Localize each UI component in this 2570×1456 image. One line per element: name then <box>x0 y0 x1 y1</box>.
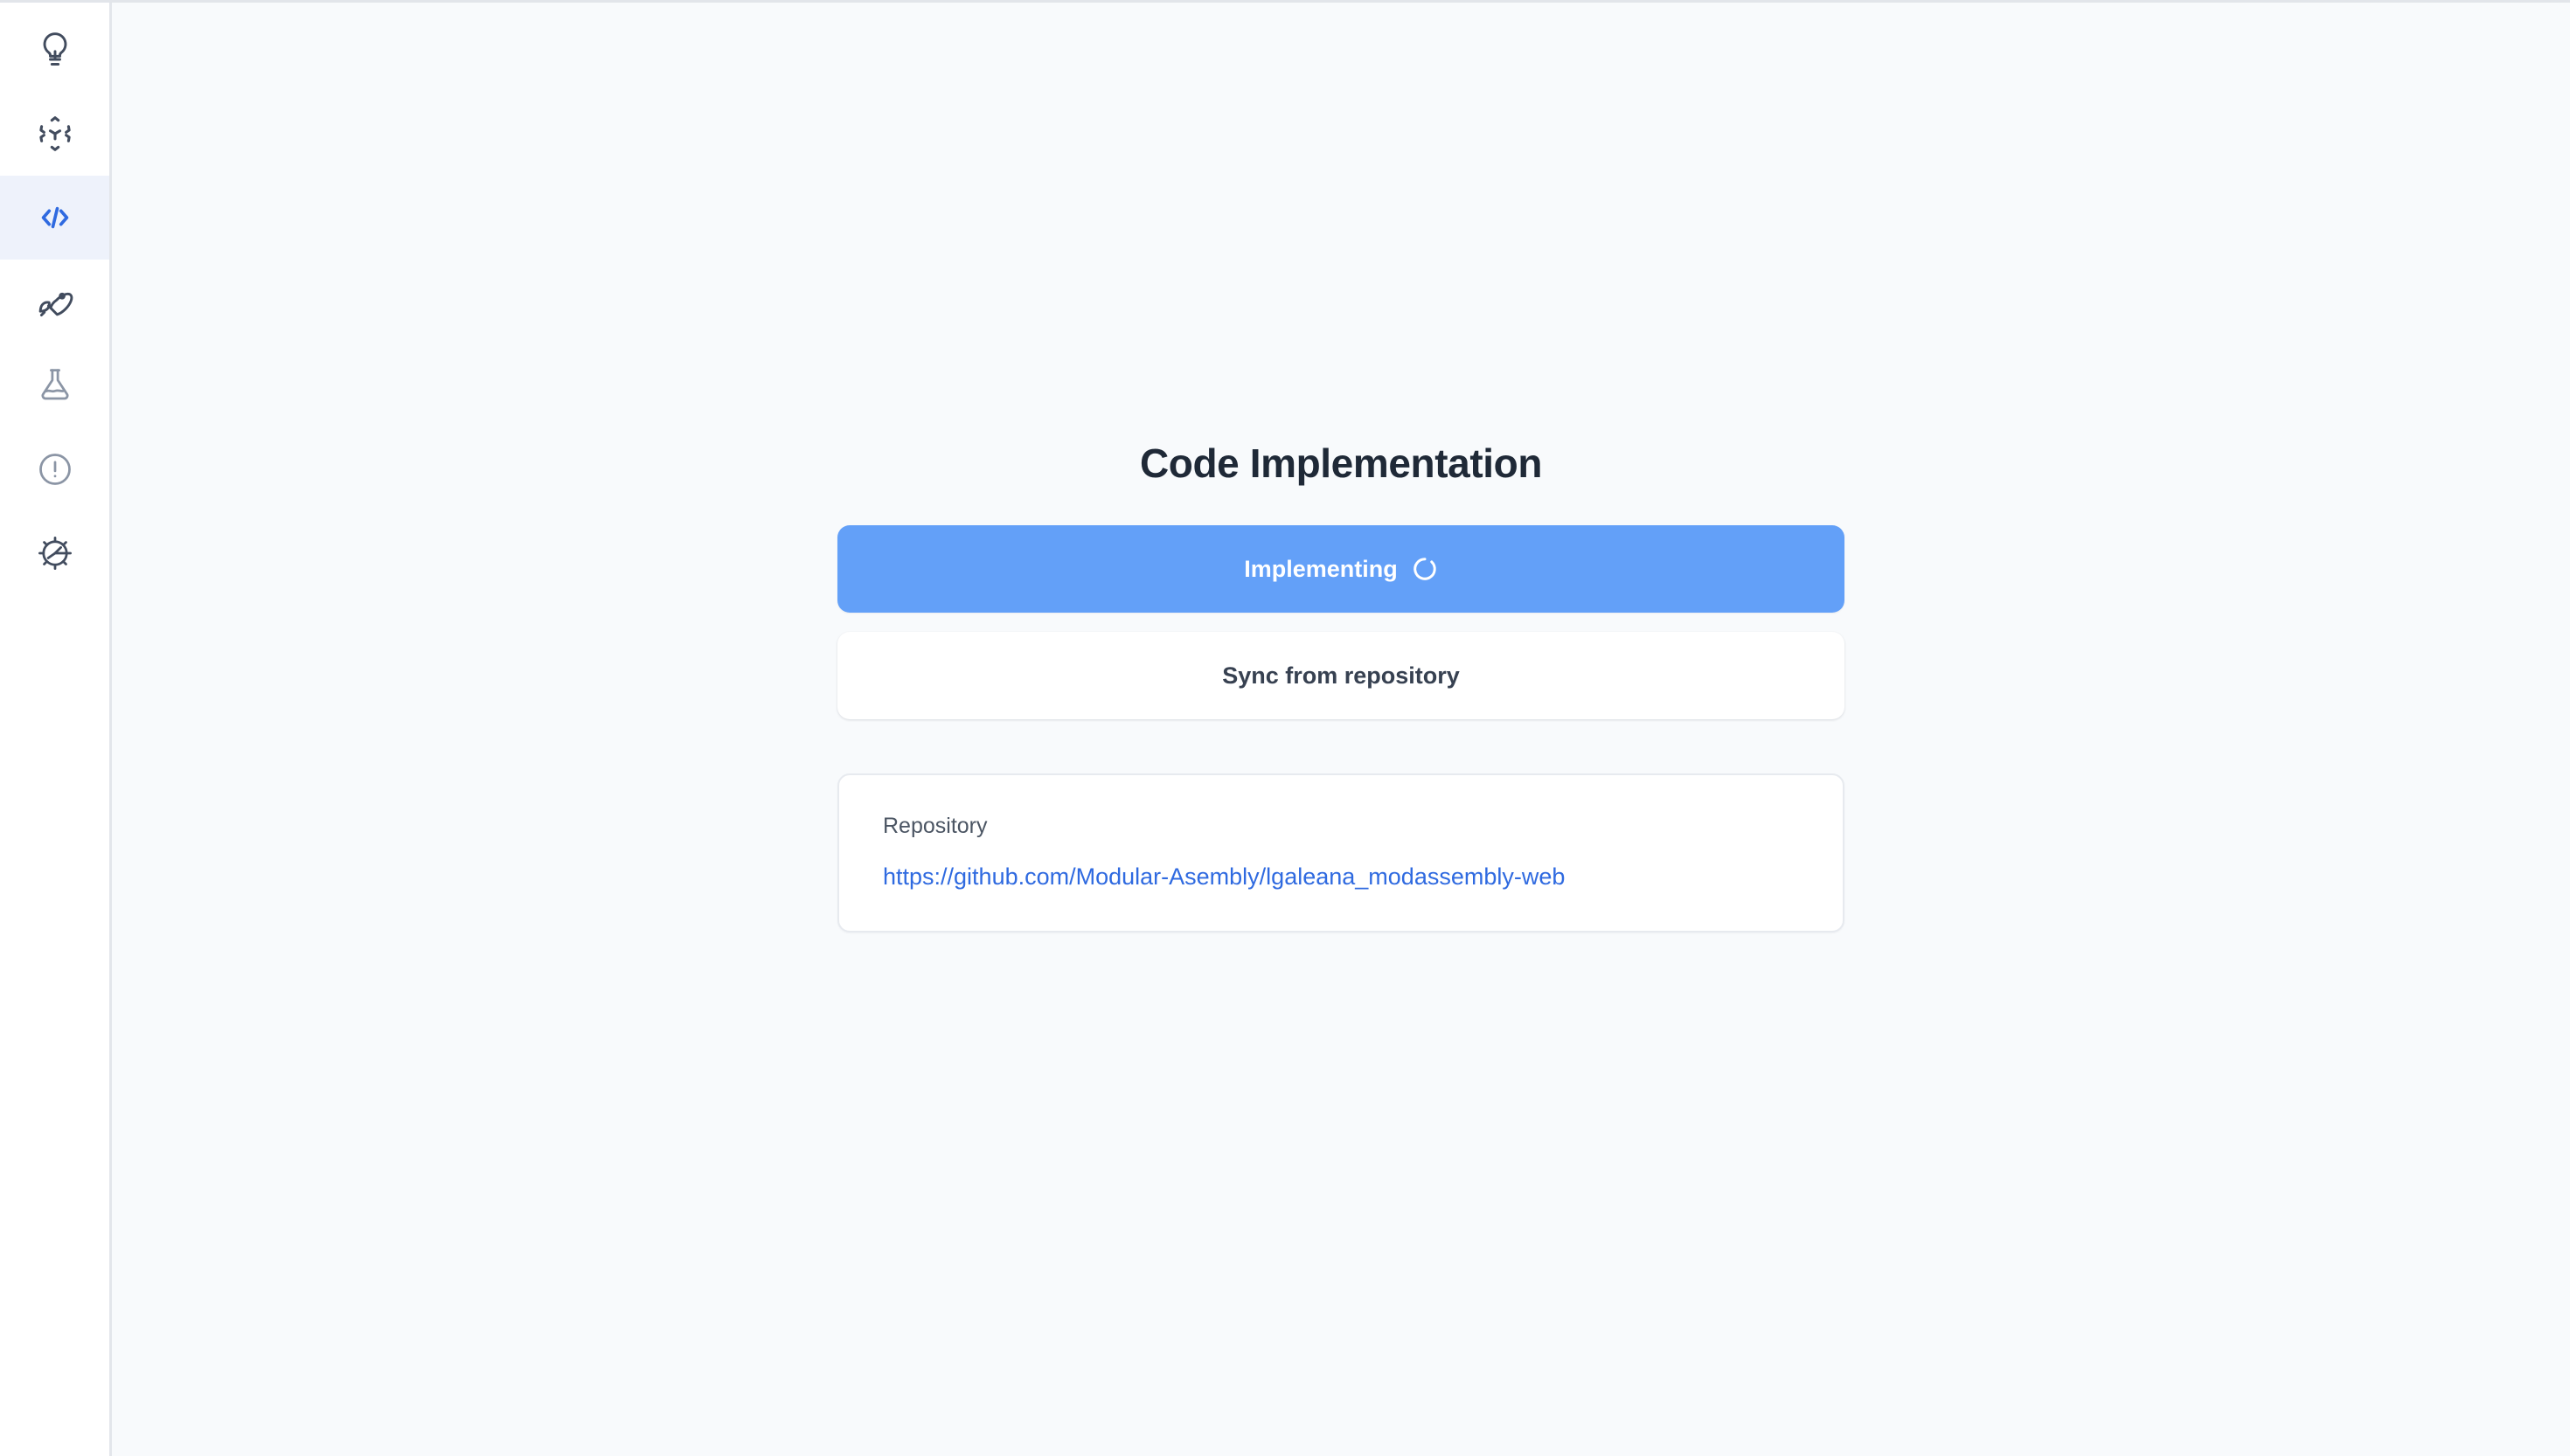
sidebar-item-deploy[interactable] <box>0 260 109 343</box>
sidebar-item-ideas[interactable] <box>0 8 109 92</box>
sync-from-repository-button[interactable]: Sync from repository <box>837 632 1844 719</box>
implementing-button-label: Implementing <box>1244 555 1398 582</box>
app-shell: Code Implementation Implementing Sync fr… <box>0 3 2570 1456</box>
content-column: Code Implementation Implementing Sync fr… <box>837 440 1844 933</box>
code-brackets-icon <box>35 198 75 238</box>
implementing-button[interactable]: Implementing <box>837 525 1844 613</box>
sidebar-item-settings[interactable] <box>0 511 109 595</box>
repository-card: Repository https://github.com/Modular-As… <box>837 773 1844 933</box>
repository-label: Repository <box>883 814 988 838</box>
gear-icon <box>36 534 74 572</box>
flask-icon <box>36 366 74 405</box>
cube-scan-icon <box>36 114 74 153</box>
sidebar-item-code-implementation[interactable] <box>0 176 109 260</box>
repository-url-link[interactable]: https://github.com/Modular-Asembly/lgale… <box>883 863 1565 891</box>
sidebar-item-experiments[interactable] <box>0 343 109 427</box>
rocket-icon <box>36 282 74 321</box>
sidebar-item-issues[interactable] <box>0 427 109 511</box>
alert-circle-icon <box>36 450 74 489</box>
lightbulb-icon <box>36 31 74 69</box>
sidebar-item-architecture[interactable] <box>0 92 109 176</box>
main-content: Code Implementation Implementing Sync fr… <box>112 3 2570 1456</box>
sidebar <box>0 3 112 1456</box>
spinner-icon <box>1412 556 1438 582</box>
sync-from-repository-button-label: Sync from repository <box>1222 662 1460 689</box>
page-title: Code Implementation <box>1139 440 1543 486</box>
